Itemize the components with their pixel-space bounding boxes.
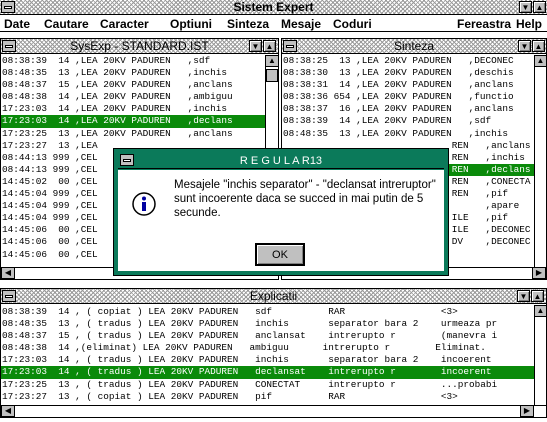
explicatii-maximize-button[interactable]: ▲ bbox=[531, 290, 544, 302]
explicatii-row[interactable]: 08:48:38 14 ,(eliminat) LEA 20KV PADUREN… bbox=[1, 342, 534, 354]
sysexp-row[interactable]: 17:23:03 14 ,LEA 20KV PADUREN ,inchis bbox=[1, 103, 265, 115]
maximize-button[interactable]: ▲ bbox=[533, 1, 546, 13]
menu-coduri[interactable]: Coduri bbox=[333, 17, 372, 31]
sysexp-scroll-up-icon[interactable]: ▲ bbox=[265, 55, 279, 67]
ok-button[interactable]: OK bbox=[255, 243, 305, 266]
sysexp-row[interactable]: 08:38:39 14 ,LEA 20KV PADUREN ,sdf bbox=[1, 55, 265, 67]
menu-optiuni[interactable]: Optiuni bbox=[170, 17, 212, 31]
rule-dialog-title-bar: R E G U L A R13 bbox=[118, 153, 444, 169]
explicatii-vertical-scrollbar[interactable]: ▲ bbox=[534, 305, 547, 405]
explicatii-horizontal-scrollbar[interactable]: ◀ ▶ bbox=[1, 405, 546, 417]
dialog-title: R E G U L A R13 bbox=[239, 155, 323, 167]
sinteza-row[interactable]: 08:38:31 14 ,LEA 20KV PADUREN ,anclans bbox=[282, 79, 534, 91]
sysexp-row[interactable]: 17:23:25 13 ,LEA 20KV PADUREN ,anclans bbox=[1, 128, 265, 140]
sysexp-scroll-thumb[interactable] bbox=[266, 69, 278, 82]
app-title-bar: Sistem Expert ▼ ▲ bbox=[0, 0, 547, 15]
sinteza-vertical-scrollbar[interactable]: ▲ bbox=[534, 55, 547, 267]
sinteza-scroll-right-icon[interactable]: ▶ bbox=[532, 267, 546, 279]
sysexp-maximize-button[interactable]: ▲ bbox=[263, 40, 276, 52]
menu-mesaje[interactable]: Mesaje bbox=[281, 17, 321, 31]
info-icon bbox=[132, 192, 156, 216]
sysexp-title: SysExp - STANDARD.IST bbox=[70, 39, 209, 53]
explicatii-title: Explicatii bbox=[249, 289, 298, 303]
sinteza-row[interactable]: 08:38:25 13 ,LEA 20KV PADUREN ,DECONEC bbox=[282, 55, 534, 67]
explicatii-scroll-right-icon[interactable]: ▶ bbox=[520, 405, 534, 417]
explicatii-scroll-left-icon[interactable]: ◀ bbox=[1, 405, 15, 417]
sinteza-maximize-button[interactable]: ▲ bbox=[532, 40, 545, 52]
rule-dialog-body: Mesajele "inchis separator" - "declansat… bbox=[118, 170, 444, 271]
sysexp-row[interactable]: 08:48:38 14 ,LEA 20KV PADUREN ,ambiguu bbox=[1, 91, 265, 103]
sinteza-row[interactable]: 08:48:35 13 ,LEA 20KV PADUREN ,inchis bbox=[282, 128, 534, 140]
explicatii-row[interactable]: 17:23:03 14 , ( tradus ) LEA 20KV PADURE… bbox=[1, 354, 534, 366]
ok-button-label: OK bbox=[272, 248, 288, 261]
explicatii-scroll-up-icon[interactable]: ▲ bbox=[534, 305, 547, 317]
dialog-message: Mesajele "inchis separator" - "declansat… bbox=[174, 179, 436, 219]
sysexp-scroll-left-icon[interactable]: ◀ bbox=[1, 267, 15, 279]
sinteza-title-bar: Sinteza ▼ ▲ bbox=[282, 39, 546, 54]
sinteza-minimize-button[interactable]: ▼ bbox=[518, 40, 531, 52]
explicatii-row[interactable]: 08:48:37 15 , ( tradus ) LEA 20KV PADURE… bbox=[1, 330, 534, 342]
explicatii-row[interactable]: 08:38:39 14 , ( copiat ) LEA 20KV PADURE… bbox=[1, 306, 534, 318]
menu-fereastra[interactable]: Fereastra bbox=[457, 17, 511, 31]
explicatii-list[interactable]: 08:38:39 14 , ( copiat ) LEA 20KV PADURE… bbox=[1, 306, 534, 404]
menu-date[interactable]: Date bbox=[4, 17, 30, 31]
menu-cautare[interactable]: Cautare bbox=[44, 17, 89, 31]
explicatii-window: Explicatii ▼ ▲ 08:38:39 14 , ( copiat ) … bbox=[0, 288, 547, 418]
explicatii-row[interactable]: 17:23:25 13 , ( tradus ) LEA 20KV PADURE… bbox=[1, 379, 534, 391]
rule-dialog: R E G U L A R13 Mesajele "inchis separat… bbox=[113, 148, 449, 276]
sinteza-row[interactable]: 08:38:36 654 ,LEA 20KV PADUREN ,functio bbox=[282, 91, 534, 103]
explicatii-row[interactable]: 17:23:27 13 , ( copiat ) LEA 20KV PADURE… bbox=[1, 391, 534, 403]
sinteza-row[interactable]: 08:38:39 14 ,LEA 20KV PADUREN ,sdf bbox=[282, 115, 534, 127]
sysexp-title-bar: SysExp - STANDARD.IST ▼ ▲ bbox=[1, 39, 278, 54]
explicatii-row[interactable]: 17:23:03 14 , ( tradus ) LEA 20KV PADURE… bbox=[1, 366, 534, 379]
explicatii-minimize-button[interactable]: ▼ bbox=[517, 290, 530, 302]
sysexp-row[interactable]: 08:48:35 13 ,LEA 20KV PADUREN ,inchis bbox=[1, 67, 265, 79]
sysexp-minimize-button[interactable]: ▼ bbox=[249, 40, 262, 52]
sinteza-scroll-up-icon[interactable]: ▲ bbox=[534, 55, 547, 67]
explicatii-title-bar: Explicatii ▼ ▲ bbox=[1, 289, 546, 304]
sinteza-row[interactable]: 08:38:30 13 ,LEA 20KV PADUREN ,deschis bbox=[282, 67, 534, 79]
menu-bar: Date Cautare Caracter Optiuni Sinteza Me… bbox=[0, 16, 547, 32]
sysexp-row[interactable]: 17:23:03 14 ,LEA 20KV PADUREN ,declans bbox=[1, 115, 265, 128]
sinteza-title: Sinteza bbox=[393, 39, 435, 53]
menu-sinteza[interactable]: Sinteza bbox=[227, 17, 269, 31]
sysexp-row[interactable]: 08:48:37 15 ,LEA 20KV PADUREN ,anclans bbox=[1, 79, 265, 91]
menu-caracter[interactable]: Caracter bbox=[100, 17, 149, 31]
explicatii-row[interactable]: 08:48:35 13 , ( tradus ) LEA 20KV PADURE… bbox=[1, 318, 534, 330]
menu-help[interactable]: Help bbox=[516, 17, 542, 31]
sinteza-row[interactable]: 08:38:37 16 ,LEA 20KV PADUREN ,anclans bbox=[282, 103, 534, 115]
minimize-button[interactable]: ▼ bbox=[519, 1, 532, 13]
app-title: Sistem Expert bbox=[233, 0, 314, 14]
